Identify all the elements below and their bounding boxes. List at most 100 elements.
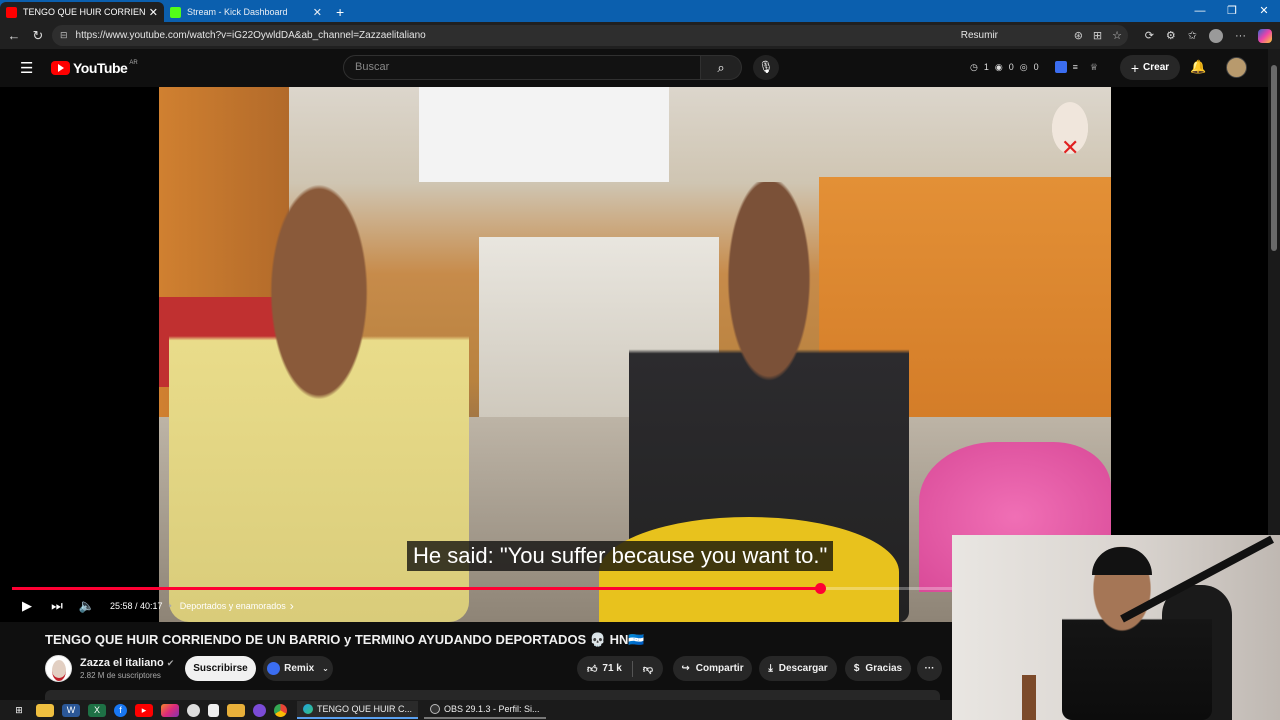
refresh-extension-icon[interactable]: ⟳ [1145, 29, 1154, 42]
webcam-background-object [1022, 675, 1036, 720]
edge-icon [303, 704, 313, 714]
file-explorer-icon[interactable] [227, 703, 245, 717]
eye-icon: ◉ [994, 61, 1003, 72]
url-text: https://www.youtube.com/watch?v=iG22Oywl… [75, 30, 426, 41]
stat-value: 0 [1033, 62, 1039, 72]
browser-tab-strip: TENGO QUE HUIR CORRIENDO D ✕ Stream - Ki… [0, 0, 1280, 22]
reload-icon[interactable]: ↻ [26, 28, 50, 44]
youtube-favicon-icon [6, 6, 17, 18]
share-button[interactable]: ↪ Compartir [673, 656, 752, 681]
menu-dots-icon[interactable]: ··· [1235, 30, 1246, 42]
close-tab-icon[interactable]: ✕ [313, 6, 322, 19]
description-box-edge[interactable] [45, 690, 940, 700]
excel-icon[interactable]: X [88, 703, 106, 717]
create-label: Crear [1143, 62, 1170, 73]
time-display: 25:58 / 40:17 [110, 601, 163, 611]
chevron-down-icon: ⌄ [322, 664, 329, 673]
like-divider [631, 660, 633, 677]
tab-youtube-video[interactable]: TENGO QUE HUIR CORRIENDO D ✕ [0, 2, 164, 22]
obs-icon [430, 704, 441, 714]
list-icon[interactable]: ≡ [1073, 62, 1078, 72]
stat-value: 0 [1008, 62, 1014, 72]
stat-value: 1 [983, 62, 989, 72]
progress-bar[interactable] [12, 583, 952, 594]
remix-button[interactable]: Remix ⌄ [263, 656, 333, 681]
back-icon[interactable]: ← [2, 28, 26, 43]
more-actions-button[interactable]: ··· [917, 656, 942, 681]
like-dislike-group: 👍︎ 71 k 👎︎ [577, 656, 663, 681]
close-window-icon[interactable]: ✕ [1248, 0, 1280, 22]
channel-name-row[interactable]: Zazza el italiano ✔ [80, 657, 174, 669]
subscribe-button[interactable]: Suscribirse [185, 656, 256, 681]
purple-app-icon[interactable] [253, 703, 266, 717]
kick-favicon-icon [170, 6, 181, 18]
taskbar-task-browser[interactable]: TENGO QUE HUIR C... [297, 701, 419, 719]
subscriber-count: 2.82 M de suscriptores [80, 671, 161, 680]
youtube-app-icon[interactable]: ▸ [135, 703, 153, 717]
url-field[interactable]: ⊟ https://www.youtube.com/watch?v=iG22Oy… [52, 25, 1128, 46]
word-icon[interactable]: W [62, 703, 80, 717]
chapter-button[interactable]: Deportados y enamorados [180, 601, 286, 611]
window-controls: — ❐ ✕ [1184, 0, 1280, 22]
remix-label: Remix [284, 663, 315, 674]
chapter-chevron-icon[interactable]: › [290, 599, 294, 613]
start-windows-icon[interactable]: ⊞ [10, 704, 28, 717]
youtube-play-logo-icon [51, 61, 70, 75]
thumbs-down-icon[interactable]: 👎︎ [643, 663, 653, 675]
summarize-button[interactable]: Resumir [961, 25, 998, 46]
channel-avatar[interactable] [45, 655, 72, 682]
country-code: AR [129, 60, 138, 66]
site-info-icon[interactable]: ⊟ [60, 30, 68, 41]
thanks-label: Gracias [865, 663, 903, 674]
download-icon: ⤓ [768, 663, 773, 674]
app-circle-icon[interactable] [187, 703, 200, 717]
scrollbar-thumb[interactable] [1271, 65, 1277, 251]
youtube-logo[interactable]: YouTube AR [51, 60, 138, 76]
apps-icon[interactable]: ⊞ [1093, 29, 1102, 42]
minimize-icon[interactable]: — [1184, 0, 1216, 22]
notifications-bell-icon[interactable]: 🔔 [1190, 59, 1206, 75]
new-tab-button[interactable]: + [336, 2, 344, 22]
menu-hamburger-icon[interactable]: ☰ [20, 59, 33, 77]
voice-search-button[interactable]: 🎙 [753, 55, 779, 80]
play-icon[interactable]: ▶ [12, 598, 42, 614]
translate-icon[interactable]: ⊛ [1074, 29, 1083, 42]
extension-badge-icon[interactable] [1054, 61, 1067, 73]
tab-title: Stream - Kick Dashboard [187, 7, 288, 17]
trophy-icon[interactable]: ♕ [1090, 62, 1098, 73]
taskbar-task-obs[interactable]: OBS 29.1.3 - Perfil: Si... [424, 701, 546, 719]
tab-kick-dashboard[interactable]: Stream - Kick Dashboard ✕ [164, 2, 328, 22]
search-button[interactable]: ⌕ [701, 55, 742, 80]
remix-icon [267, 662, 281, 675]
volume-icon[interactable]: 🔈 [72, 598, 102, 614]
download-button[interactable]: ⤓ Descargar [759, 656, 837, 681]
browser-toolbar-icons: ⟳ ⚙ ✩ ··· [1145, 25, 1272, 46]
eye-slash-icon: ◎ [1019, 61, 1028, 72]
like-button[interactable]: 👍︎ 71 k [587, 663, 622, 675]
restore-icon[interactable]: ❐ [1216, 0, 1248, 22]
facebook-icon[interactable]: f [114, 703, 127, 717]
share-arrow-icon: ↪ [681, 663, 690, 674]
user-avatar[interactable] [1226, 57, 1247, 78]
page-scrollbar[interactable] [1268, 49, 1280, 535]
copilot-icon[interactable] [1258, 28, 1272, 43]
task-title: OBS 29.1.3 - Perfil: Si... [444, 704, 540, 714]
microphone-icon: 🎙 [758, 60, 774, 74]
extensions-icon[interactable]: ⚙ [1166, 29, 1176, 42]
video-title: TENGO QUE HUIR CORRIENDO DE UN BARRIO y … [45, 632, 645, 647]
instagram-icon[interactable] [161, 703, 179, 717]
next-video-icon[interactable]: ⏭ [42, 598, 72, 614]
channel-name[interactable]: Zazza el italiano [80, 657, 164, 669]
chrome-icon[interactable] [274, 703, 287, 717]
favorite-star-icon[interactable]: ☆ [1112, 29, 1122, 42]
create-button[interactable]: + Crear [1120, 55, 1180, 80]
thanks-button[interactable]: $ Gracias [845, 656, 911, 681]
search-input[interactable]: Buscar [343, 55, 701, 80]
share-label: Compartir [695, 663, 744, 674]
favorites-icon[interactable]: ✩ [1188, 29, 1197, 42]
profile-icon[interactable] [1209, 28, 1223, 43]
store-icon[interactable] [36, 703, 54, 717]
close-tab-icon[interactable]: ✕ [149, 6, 158, 19]
document-icon[interactable] [208, 703, 219, 717]
extension-stats[interactable]: ◷ 1 ◉ 0 ◎ 0 ≡ ♕ [970, 61, 1098, 73]
